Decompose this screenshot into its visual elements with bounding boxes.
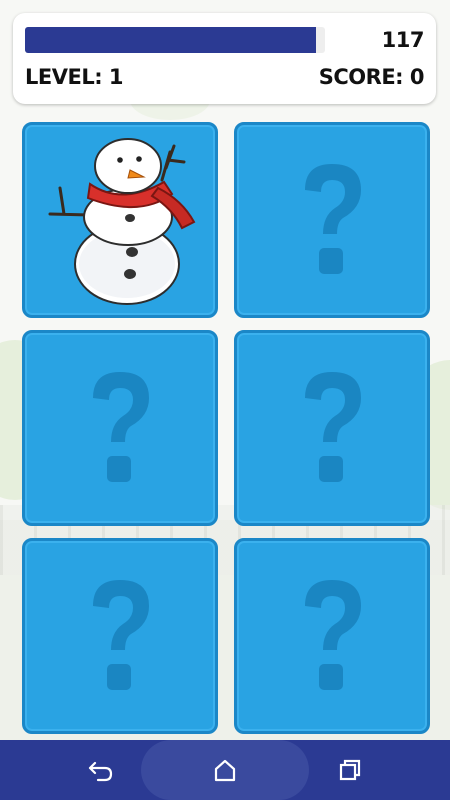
timer-value: 117 — [381, 28, 425, 52]
snowman-icon — [48, 138, 196, 305]
timer-progress-fill — [25, 27, 316, 53]
question-mark-icon — [93, 580, 149, 690]
card-1[interactable] — [22, 122, 218, 318]
question-mark-icon — [305, 372, 361, 482]
card-2[interactable] — [234, 122, 430, 318]
timer-progress-bar — [25, 27, 325, 53]
question-mark-icon — [93, 372, 149, 482]
question-mark-icon — [305, 164, 361, 274]
hud-panel: 117 LEVEL: 1 SCORE: 0 — [13, 13, 436, 104]
score-label: SCORE: 0 — [318, 65, 425, 89]
question-mark-icon — [305, 580, 361, 690]
card-5[interactable] — [22, 538, 218, 734]
card-6[interactable] — [234, 538, 430, 734]
recents-icon[interactable] — [335, 755, 365, 785]
level-label: LEVEL: 1 — [25, 65, 124, 89]
card-3[interactable] — [22, 330, 218, 526]
card-4[interactable] — [234, 330, 430, 526]
system-nav-bar — [0, 740, 450, 800]
home-icon[interactable] — [210, 755, 240, 785]
back-icon[interactable] — [86, 755, 116, 785]
